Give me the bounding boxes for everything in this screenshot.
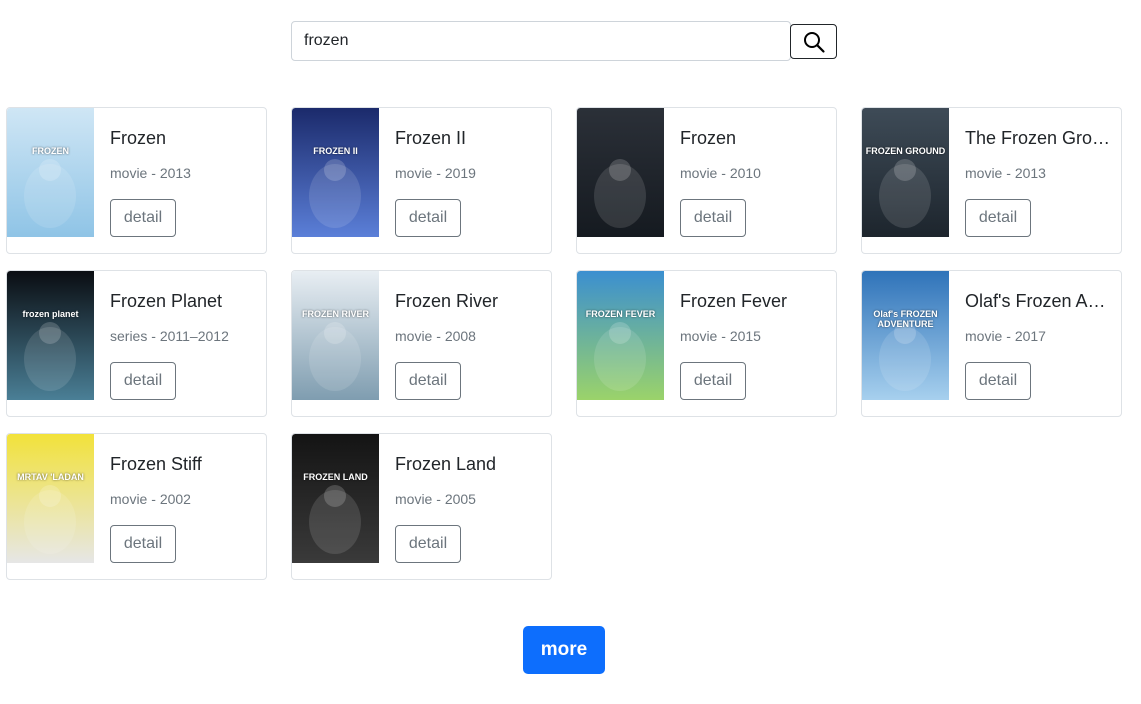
detail-button[interactable]: detail [965,199,1031,237]
result-year: 2002 [159,491,191,507]
movie-poster: FROZEN [7,108,94,237]
result-year: 2013 [1014,165,1046,181]
result-type: movie [395,165,433,181]
search-bar [291,21,837,61]
poster-title-text: FROZEN II [313,146,358,156]
meta-separator: - [147,165,160,181]
meta-separator: - [432,491,445,507]
detail-button[interactable]: detail [110,525,176,563]
result-meta: movie - 2005 [395,491,476,507]
result-meta: movie - 2019 [395,165,476,181]
poster-title-text: frozen planet [22,309,79,319]
result-card: FROZEN FEVER Frozen Fever movie - 2015 deta… [576,270,837,417]
meta-separator: - [717,165,730,181]
result-type: movie [395,491,433,507]
result-year: 2008 [444,328,476,344]
detail-button[interactable]: detail [395,362,461,400]
result-meta: movie - 2013 [110,165,191,181]
detail-button[interactable]: detail [680,362,746,400]
result-type: movie [110,491,148,507]
poster-title-text: FROZEN RIVER [301,309,369,319]
poster-title-text: FROZEN [32,146,69,156]
poster-title-text: FROZEN GROUND [865,146,946,156]
result-year: 2013 [159,165,191,181]
result-card: FROZEN RIVER Frozen River movie - 2008 deta… [291,270,552,417]
result-meta: movie - 2002 [110,491,191,507]
result-card: MRTAV 'LADAN Frozen Stiff movie - 2002 deta… [6,433,267,580]
result-title: Frozen Stiff [110,454,202,474]
result-title: Frozen [680,128,737,148]
movie-poster: FROZEN RIVER [292,271,379,400]
result-type: movie [965,328,1003,344]
result-year: 2015 [729,328,761,344]
poster-title-text: FROZEN FEVER [585,309,656,319]
search-input[interactable] [291,21,791,61]
result-card: Frozen movie - 2010 detail [576,107,837,254]
detail-button[interactable]: detail [395,525,461,563]
movie-poster: Olaf's FROZEN ADVENTURE [862,271,949,400]
movie-poster: frozen planet [7,271,94,400]
meta-separator: - [432,165,445,181]
detail-button[interactable]: detail [395,199,461,237]
result-card: FROZEN LAND Frozen Land movie - 2005 detail [291,433,552,580]
detail-button[interactable]: detail [110,362,176,400]
result-card: FROZEN II Frozen II movie - 2019 detail [291,107,552,254]
meta-separator: - [717,328,730,344]
result-meta: movie - 2008 [395,328,476,344]
result-type: movie [680,165,718,181]
poster-title-text: Olaf's FROZEN ADVENTURE [873,309,938,329]
result-card: frozen planet Frozen Planet series - 2011–… [6,270,267,417]
movie-poster: FROZEN II [292,108,379,237]
result-meta: movie - 2017 [965,328,1046,344]
result-meta: series - 2011–2012 [110,328,229,344]
poster-title-text: FROZEN LAND [303,472,368,482]
result-year: 2019 [444,165,476,181]
movie-poster: FROZEN GROUND [862,108,949,237]
meta-separator: - [432,328,445,344]
movie-poster: FROZEN LAND [292,434,379,563]
result-title: Frozen Fever [680,291,788,311]
result-type: movie [680,328,718,344]
search-button[interactable] [790,24,837,59]
more-button[interactable]: more [523,626,605,674]
result-type: movie [395,328,433,344]
result-card: FROZEN Frozen movie - 2013 detail [6,107,267,254]
detail-button[interactable]: detail [965,362,1031,400]
result-type: series [110,328,148,344]
poster-title-text: MRTAV 'LADAN [17,472,84,482]
result-year: 2010 [729,165,761,181]
result-title: The Frozen Ground [965,128,1113,148]
detail-button[interactable]: detail [110,199,176,237]
result-title: Olaf's Frozen Adventure [965,291,1113,311]
result-title: Frozen Land [395,454,497,474]
result-year: 2011–2012 [159,328,229,344]
result-meta: movie - 2013 [965,165,1046,181]
result-card: Olaf's FROZEN ADVENTURE Olaf's Frozen Adv… [861,270,1122,417]
result-title: Frozen River [395,291,499,311]
result-title: Frozen Planet [110,291,223,311]
search-icon [802,30,826,54]
result-year: 2017 [1014,328,1046,344]
movie-poster: MRTAV 'LADAN [7,434,94,563]
result-card: FROZEN GROUND The Frozen Ground movie - 20… [861,107,1122,254]
result-title: Frozen [110,128,167,148]
result-type: movie [110,165,148,181]
meta-separator: - [147,328,160,344]
movie-poster: FROZEN FEVER [577,271,664,400]
result-meta: movie - 2015 [680,328,761,344]
result-type: movie [965,165,1003,181]
meta-separator: - [1002,328,1015,344]
result-title: Frozen II [395,128,467,148]
detail-button[interactable]: detail [680,199,746,237]
movie-poster [577,108,664,237]
meta-separator: - [1002,165,1015,181]
meta-separator: - [147,491,160,507]
result-meta: movie - 2010 [680,165,761,181]
result-year: 2005 [444,491,476,507]
